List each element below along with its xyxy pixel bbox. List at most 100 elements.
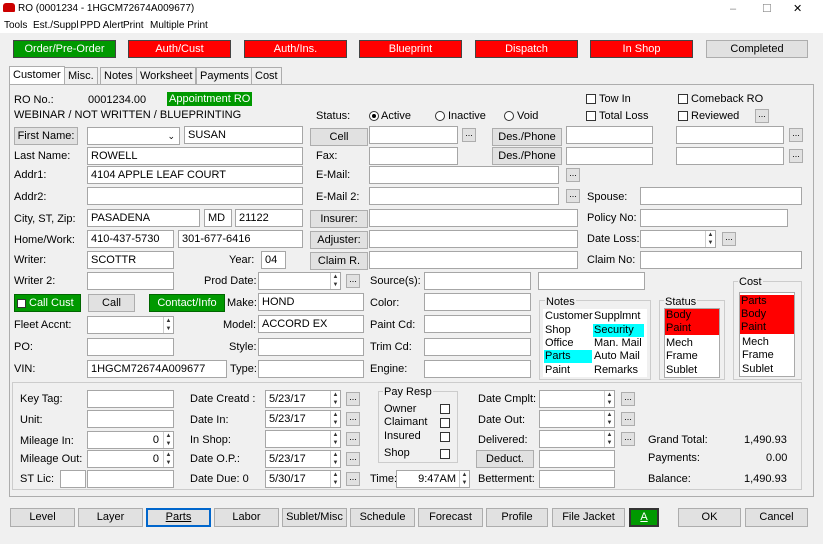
- in-shop-input[interactable]: ▲ ▼: [265, 430, 341, 448]
- comeback-checkbox[interactable]: [678, 94, 688, 104]
- menu-multiple-print[interactable]: Multiple Print: [150, 19, 208, 33]
- spouse-input[interactable]: [640, 187, 802, 205]
- cost-body[interactable]: Body: [740, 308, 794, 321]
- notes-supplmnt[interactable]: Supplmnt: [594, 310, 640, 323]
- addr1-input[interactable]: 4104 APPLE LEAF COURT: [87, 166, 303, 184]
- total-loss-checkbox[interactable]: [586, 111, 596, 121]
- tab-worksheet[interactable]: Worksheet: [136, 67, 197, 85]
- email2-more-button[interactable]: ...: [566, 189, 580, 203]
- spinner-icon[interactable]: ▲ ▼: [330, 411, 340, 427]
- zip-input[interactable]: 21122: [235, 209, 303, 227]
- layer-button[interactable]: Layer: [78, 508, 143, 527]
- type-input[interactable]: [258, 360, 364, 378]
- date-cmplt-more-button[interactable]: ...: [621, 392, 635, 406]
- date-loss-input[interactable]: ▲ ▼: [640, 230, 716, 248]
- notes-parts[interactable]: Parts: [544, 350, 592, 363]
- des-phone-button-1[interactable]: Des./Phone: [492, 128, 562, 146]
- completed-button[interactable]: Completed: [706, 40, 808, 58]
- status-paint[interactable]: Paint: [665, 322, 719, 335]
- keytag-input[interactable]: [87, 390, 174, 408]
- menu-tools[interactable]: Tools: [4, 19, 27, 33]
- ok-button[interactable]: OK: [678, 508, 741, 527]
- extra-more-button-1[interactable]: ...: [789, 128, 803, 142]
- close-button[interactable]: ✕: [793, 2, 802, 16]
- notes-remarks[interactable]: Remarks: [594, 364, 638, 377]
- blueprint-button[interactable]: Blueprint: [359, 40, 462, 58]
- des-phone-input-1[interactable]: [566, 126, 653, 144]
- claimant-checkbox[interactable]: [440, 418, 450, 428]
- schedule-button[interactable]: Schedule: [350, 508, 415, 527]
- home-phone-input[interactable]: 410-437-5730: [87, 230, 174, 248]
- notes-office[interactable]: Office: [545, 337, 574, 350]
- date-op-more-button[interactable]: ...: [346, 452, 360, 466]
- insured-checkbox[interactable]: [440, 432, 450, 442]
- time-input[interactable]: 9:47AM ▲ ▼: [396, 470, 470, 488]
- reviewed-more-button[interactable]: ...: [755, 109, 769, 123]
- cost-parts[interactable]: Parts: [740, 295, 794, 308]
- make-input[interactable]: HOND: [258, 293, 364, 311]
- date-due-more-button[interactable]: ...: [346, 472, 360, 486]
- in-shop-more-button[interactable]: ...: [346, 432, 360, 446]
- date-due-input[interactable]: 5/30/17 ▲ ▼: [265, 470, 341, 488]
- first-name-button[interactable]: First Name:: [14, 127, 78, 145]
- spinner-icon[interactable]: ▲ ▼: [459, 471, 469, 487]
- void-radio[interactable]: [504, 111, 514, 121]
- email2-input[interactable]: [369, 187, 559, 205]
- date-created-more-button[interactable]: ...: [346, 392, 360, 406]
- contact-info-button[interactable]: Contact/Info: [149, 294, 225, 312]
- extra-more-button-2[interactable]: ...: [789, 149, 803, 163]
- addr2-input[interactable]: [87, 187, 303, 205]
- insurer-input[interactable]: [369, 209, 578, 227]
- st-lic-input[interactable]: [87, 470, 174, 488]
- spinner-icon[interactable]: ▲ ▼: [330, 471, 340, 487]
- claim-input[interactable]: [369, 251, 578, 269]
- adjuster-input[interactable]: [369, 230, 578, 248]
- prod-date-input[interactable]: ▲ ▼: [258, 272, 341, 290]
- notes-paint[interactable]: Paint: [545, 364, 570, 377]
- des-phone-button-2[interactable]: Des./Phone: [492, 147, 562, 165]
- style-input[interactable]: [258, 338, 364, 356]
- unit-input[interactable]: [87, 410, 174, 428]
- sublet-misc-button[interactable]: Sublet/Misc: [282, 508, 347, 527]
- spinner-icon[interactable]: ▲ ▼: [330, 451, 340, 467]
- status-sublet[interactable]: Sublet: [666, 364, 697, 377]
- auth-cust-button[interactable]: Auth/Cust: [128, 40, 231, 58]
- sources-input-1[interactable]: [424, 272, 531, 290]
- active-radio[interactable]: [369, 111, 379, 121]
- menu-print[interactable]: Print: [123, 19, 144, 33]
- cell-more-button[interactable]: ...: [462, 128, 476, 142]
- engine-input[interactable]: [424, 360, 531, 378]
- delivered-more-button[interactable]: ...: [621, 432, 635, 446]
- a-button[interactable]: A: [629, 508, 659, 527]
- notes-customer[interactable]: Customer: [545, 310, 593, 323]
- first-name-dropdown[interactable]: ⌄: [87, 127, 180, 145]
- spinner-icon[interactable]: ▲ ▼: [604, 431, 614, 447]
- spinner-icon[interactable]: ▲ ▼: [705, 231, 715, 247]
- date-loss-more-button[interactable]: ...: [722, 232, 736, 246]
- policy-input[interactable]: [640, 209, 788, 227]
- notes-shop[interactable]: Shop: [545, 324, 571, 337]
- deduct-input[interactable]: [539, 450, 615, 468]
- level-button[interactable]: Level: [10, 508, 75, 527]
- cancel-button[interactable]: Cancel: [745, 508, 808, 527]
- tab-notes[interactable]: Notes: [100, 67, 137, 85]
- delivered-input[interactable]: ▲ ▼: [539, 430, 615, 448]
- trim-cd-input[interactable]: [424, 338, 531, 356]
- tab-cost[interactable]: Cost: [251, 67, 282, 85]
- des-phone-extra-2[interactable]: [676, 147, 784, 165]
- writer-input[interactable]: SCOTTR: [87, 251, 174, 269]
- year-input[interactable]: 04: [261, 251, 286, 269]
- des-phone-input-2[interactable]: [566, 147, 653, 165]
- cell-button[interactable]: Cell: [310, 128, 368, 146]
- tab-payments[interactable]: Payments: [196, 67, 253, 85]
- status-body[interactable]: Body: [665, 309, 719, 322]
- auth-ins-button[interactable]: Auth/Ins.: [244, 40, 347, 58]
- inactive-radio[interactable]: [435, 111, 445, 121]
- cost-frame[interactable]: Frame: [742, 349, 774, 362]
- minimize-button[interactable]: –: [730, 2, 736, 16]
- call-cust-checkbox[interactable]: Call Cust: [14, 294, 81, 312]
- spinner-icon[interactable]: ▲ ▼: [604, 411, 614, 427]
- state-input[interactable]: MD: [204, 209, 232, 227]
- shop-checkbox[interactable]: [440, 449, 450, 459]
- date-in-input[interactable]: 5/23/17 ▲ ▼: [265, 410, 341, 428]
